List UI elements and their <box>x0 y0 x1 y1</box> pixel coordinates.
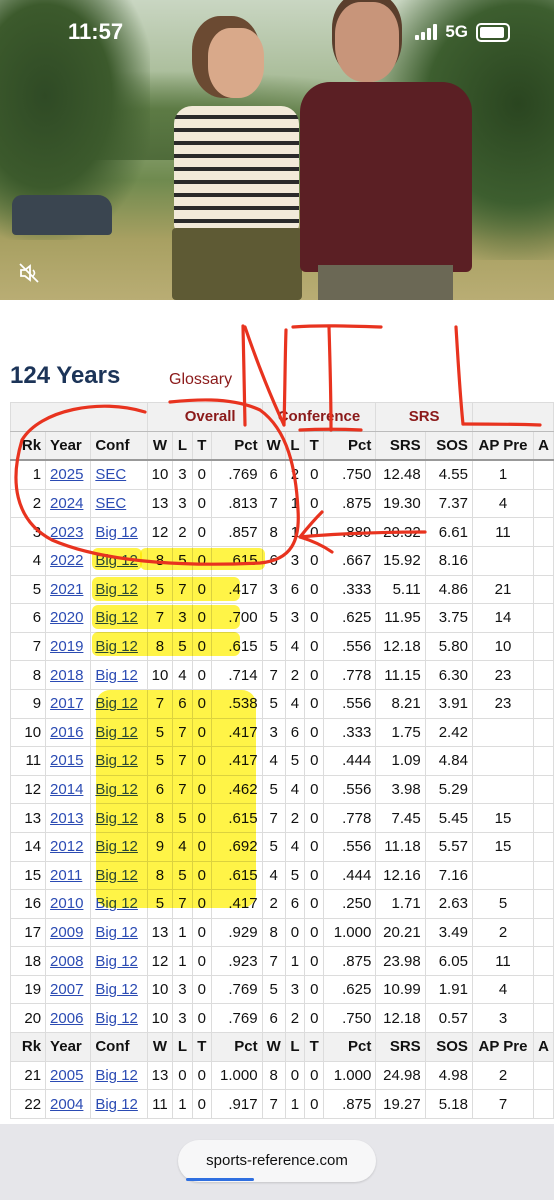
letter-l-stroke <box>461 422 542 427</box>
letter-n-stroke <box>243 325 286 427</box>
ink-annotation-layer <box>14 324 542 566</box>
letter-i-stroke <box>291 324 383 329</box>
url-bar[interactable]: sports-reference.com <box>178 1140 376 1182</box>
letter-n-stroke <box>241 324 247 427</box>
arrow-shaft <box>298 530 427 539</box>
letter-i-stroke <box>327 325 333 432</box>
letter-l-stroke <box>454 325 465 426</box>
letter-i-stroke <box>298 427 363 432</box>
circle-around-sec-rows <box>14 398 300 566</box>
page-load-progress <box>186 1178 254 1181</box>
arrow-head <box>298 510 334 554</box>
letter-n-stroke <box>282 328 288 427</box>
